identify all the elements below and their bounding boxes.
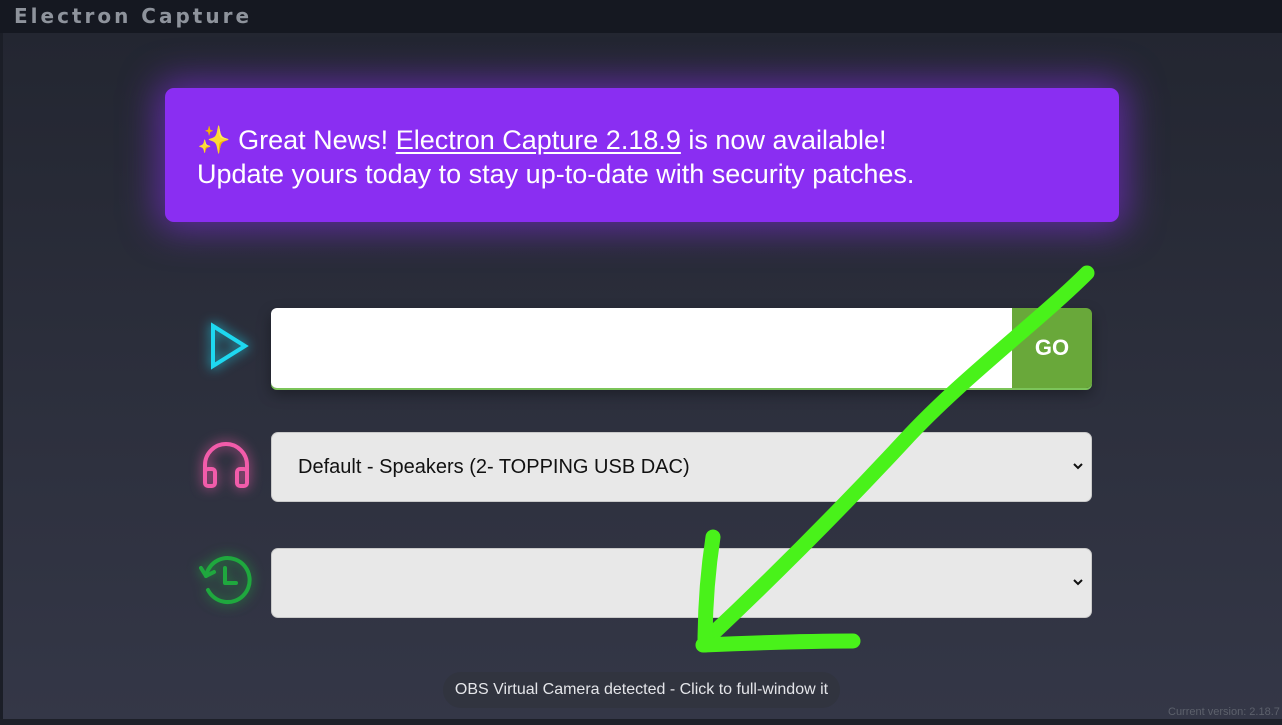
- history-select[interactable]: [271, 548, 1092, 618]
- audio-output-selected: Default - Speakers (2- TOPPING USB DAC): [298, 456, 690, 478]
- chevron-down-icon: [1073, 579, 1083, 586]
- headphones-icon: [198, 437, 254, 493]
- play-icon: [201, 318, 257, 374]
- window-title: Electron Capture: [14, 4, 253, 28]
- url-input[interactable]: [271, 308, 1012, 388]
- title-bar[interactable]: Electron Capture: [0, 0, 1282, 33]
- banner-prefix: Great News!: [238, 125, 389, 155]
- audio-output-select[interactable]: Default - Speakers (2- TOPPING USB DAC): [271, 432, 1092, 502]
- go-button[interactable]: GO: [1012, 308, 1092, 388]
- version-label: Current version: 2.18.7: [1168, 706, 1280, 718]
- banner-suffix: is now available!: [688, 125, 887, 155]
- window-bottom-edge: [0, 719, 1282, 725]
- history-icon: [198, 552, 254, 608]
- url-bar: GO: [271, 308, 1092, 388]
- banner-line-1: ✨ Great News! Electron Capture 2.18.9 is…: [197, 123, 1119, 157]
- banner-line-2: Update yours today to stay up-to-date wi…: [197, 159, 915, 189]
- update-banner: ✨ Great News! Electron Capture 2.18.9 is…: [165, 88, 1119, 222]
- chevron-down-icon: [1073, 463, 1083, 470]
- update-link[interactable]: Electron Capture 2.18.9: [396, 125, 681, 155]
- obs-camera-toast[interactable]: OBS Virtual Camera detected - Click to f…: [443, 672, 840, 708]
- sparkle-icon: ✨: [197, 125, 231, 155]
